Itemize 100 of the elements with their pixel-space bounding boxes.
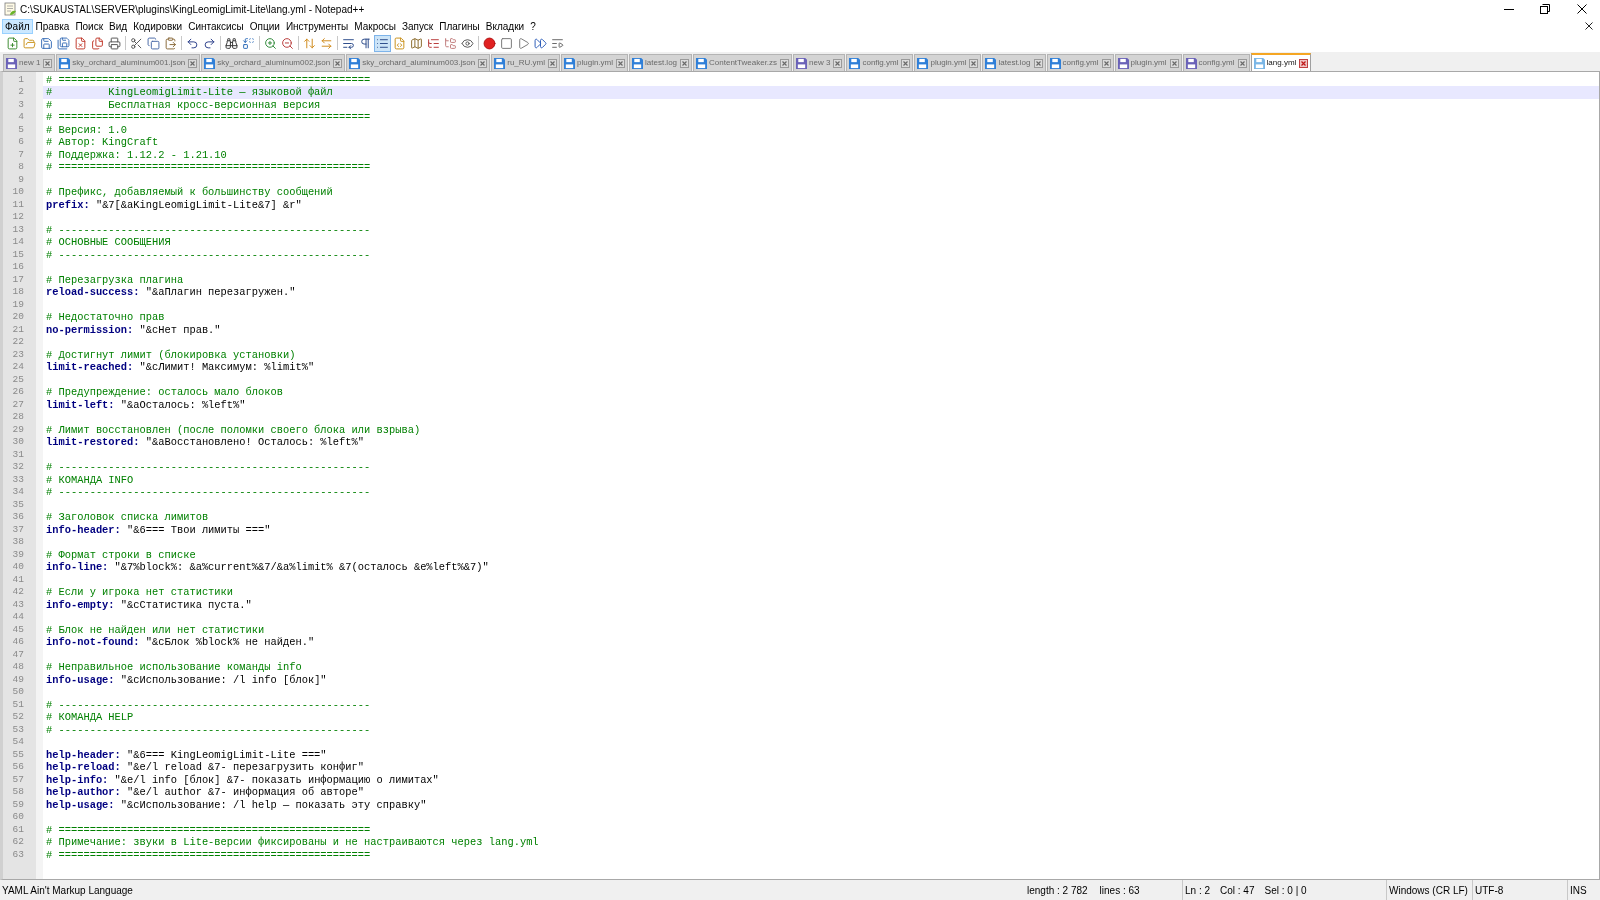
line-number: 35 bbox=[12, 498, 24, 511]
menu-item[interactable]: Инструменты bbox=[282, 18, 352, 34]
list-icon bbox=[376, 36, 389, 50]
menu-item[interactable]: Правка bbox=[32, 18, 73, 34]
line-number: 10 bbox=[12, 186, 24, 199]
tab[interactable]: sky_orchard_aluminum003.json bbox=[346, 54, 491, 71]
line-number: 45 bbox=[12, 623, 24, 636]
code-comment: # ОСНОВНЫЕ СООБЩЕНИЯ bbox=[46, 236, 171, 249]
yaml-value: "&7[&aKingLeomigLimit-Lite&7] &r" bbox=[95, 198, 302, 211]
menu-item[interactable]: Файл bbox=[2, 18, 33, 34]
tab[interactable]: plugin.yml bbox=[561, 54, 628, 71]
close-icon[interactable] bbox=[680, 58, 690, 68]
line-number: 13 bbox=[12, 223, 24, 236]
menu-item[interactable]: Опции bbox=[246, 18, 283, 34]
menu-item[interactable]: Поиск bbox=[72, 18, 107, 34]
close-icon[interactable] bbox=[1033, 58, 1043, 68]
tab[interactable]: config.yml bbox=[1182, 54, 1250, 71]
line-number: 63 bbox=[12, 848, 24, 861]
code-comment: # Версия: 1.0 bbox=[46, 123, 128, 136]
line-number: 54 bbox=[12, 736, 24, 749]
close-icon[interactable] bbox=[616, 58, 625, 68]
line-number: 47 bbox=[12, 648, 24, 661]
close-icon bbox=[1576, 4, 1587, 14]
map-icon bbox=[410, 36, 423, 50]
tab[interactable]: config.yml bbox=[1046, 54, 1114, 71]
tab[interactable]: new 3 bbox=[793, 54, 846, 71]
yaml-key: info-not-found: bbox=[46, 636, 140, 649]
code-comment: # -------------------------------------------------- bbox=[46, 486, 371, 499]
tab[interactable]: latest.log bbox=[982, 54, 1046, 71]
close-icon[interactable] bbox=[780, 58, 790, 68]
close-icon[interactable] bbox=[43, 58, 53, 68]
close-icon[interactable] bbox=[833, 58, 843, 68]
close-icon[interactable] bbox=[548, 58, 557, 68]
copy-icon bbox=[147, 36, 160, 50]
code-comment: # КОМАНДА INFO bbox=[46, 473, 134, 486]
menu-item[interactable]: Плагины bbox=[436, 18, 483, 34]
copy-button[interactable] bbox=[145, 34, 162, 52]
code-comment: # Достигнут лимит (блокировка установки) bbox=[46, 348, 296, 361]
code-comment: # -------------------------------------------------- bbox=[46, 723, 371, 736]
tab[interactable]: latest.log bbox=[629, 54, 693, 71]
code-comment: # ================================================== bbox=[46, 848, 371, 861]
close-document-button[interactable] bbox=[1584, 20, 1594, 32]
tab[interactable]: lang.yml bbox=[1250, 53, 1312, 71]
line-number: 2 bbox=[18, 86, 24, 99]
record-macro-button[interactable] bbox=[481, 34, 498, 52]
yaml-value: "&6=== Твои лимиты ===" bbox=[127, 523, 271, 536]
code-comment: # КОМАНДА HELP bbox=[46, 711, 134, 724]
menu-item[interactable]: Макросы bbox=[351, 18, 399, 34]
menu-item[interactable]: Вид bbox=[106, 18, 131, 34]
menu-item[interactable]: ? bbox=[527, 18, 539, 34]
menu-item[interactable]: Вкладки bbox=[482, 18, 528, 34]
save-all-button[interactable] bbox=[55, 34, 72, 52]
tab[interactable]: config.yml bbox=[846, 54, 914, 71]
close-icon[interactable] bbox=[1237, 58, 1247, 68]
menu-item[interactable]: Синтаксисы bbox=[185, 18, 247, 34]
tab[interactable]: plugin.yml bbox=[914, 54, 982, 71]
yaml-value: "&cНет прав." bbox=[139, 323, 221, 336]
yaml-key: help-reload: bbox=[46, 761, 121, 774]
line-number: 39 bbox=[12, 548, 24, 561]
tab[interactable]: new 1 bbox=[3, 54, 56, 71]
close-icon[interactable] bbox=[1299, 58, 1309, 68]
menu-item[interactable]: Кодировки bbox=[130, 18, 186, 34]
line-number: 19 bbox=[12, 298, 24, 311]
close-icon[interactable] bbox=[478, 58, 488, 68]
file-code-icon bbox=[393, 36, 406, 50]
print-button[interactable] bbox=[106, 34, 123, 52]
line-number: 20 bbox=[12, 311, 24, 324]
close-all-button[interactable] bbox=[89, 34, 106, 52]
tab[interactable]: ContentTweaker.zs bbox=[693, 54, 793, 71]
line-number: 9 bbox=[18, 173, 24, 186]
yaml-value: "&cСтатистика пуста." bbox=[120, 598, 252, 611]
line-number: 12 bbox=[12, 211, 24, 224]
menu-item[interactable]: Запуск bbox=[398, 18, 437, 34]
window-title: C:\SUKAUSTAL\SERVER\plugins\KingLeomigLimit-Lite\lang.yml - Notepad++ bbox=[20, 2, 365, 17]
tab[interactable]: plugin.yml bbox=[1114, 54, 1182, 71]
line-number: 1 bbox=[18, 73, 24, 86]
line-number: 42 bbox=[12, 586, 24, 599]
close-icon[interactable] bbox=[188, 58, 198, 68]
close-icon[interactable] bbox=[333, 58, 343, 68]
line-number: 23 bbox=[12, 348, 24, 361]
code-comment: # Формат строки в списке bbox=[46, 548, 196, 561]
close-icon[interactable] bbox=[1169, 58, 1179, 68]
tab[interactable]: ru_RU.yml bbox=[491, 54, 560, 71]
redo-icon bbox=[203, 36, 216, 50]
printer-icon bbox=[108, 36, 121, 50]
yaml-key: reload-success: bbox=[46, 286, 140, 299]
close-icon[interactable] bbox=[969, 58, 979, 68]
play-icon bbox=[517, 36, 530, 50]
tab[interactable]: sky_orchard_aluminum002.json bbox=[201, 54, 346, 71]
code-comment: # Блок не найден или нет статистики bbox=[46, 623, 265, 636]
line-number: 48 bbox=[12, 661, 24, 674]
indent-guide-button[interactable] bbox=[374, 34, 391, 52]
tab[interactable]: sky_orchard_aluminum001.json bbox=[56, 54, 201, 71]
yaml-key: info-header: bbox=[46, 523, 121, 536]
length-label: length : 2 782 bbox=[1027, 883, 1088, 898]
line-number: 44 bbox=[12, 611, 24, 624]
yaml-key: info-line: bbox=[46, 561, 109, 574]
yaml-value: "&cЛимит! Максимум: %limit%" bbox=[139, 361, 315, 374]
close-icon[interactable] bbox=[1101, 58, 1111, 68]
close-icon[interactable] bbox=[901, 58, 911, 68]
